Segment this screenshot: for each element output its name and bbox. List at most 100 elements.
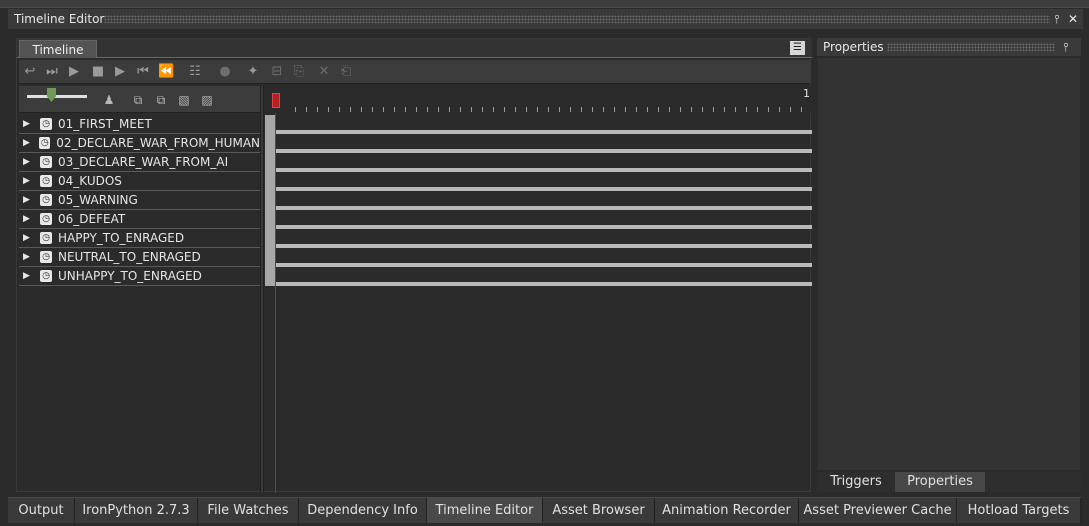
expand-arrow-icon[interactable]: ▶ (23, 252, 31, 262)
track-label: NEUTRAL_TO_ENRAGED (58, 250, 201, 264)
properties-grip[interactable] (887, 43, 1055, 51)
track-row[interactable]: ▶ ◷ HAPPY_TO_ENRAGED (19, 229, 260, 248)
timeline-lane[interactable] (275, 248, 812, 267)
user-lock-icon[interactable]: ♟ (101, 92, 117, 108)
track-label: UNHAPPY_TO_ENRAGED (58, 269, 202, 283)
track-row[interactable]: ▶ ◷ 03_DECLARE_WAR_FROM_AI (19, 153, 260, 172)
track-row[interactable]: ▶ ◷ UNHAPPY_TO_ENRAGED (19, 267, 260, 286)
panel-splitter[interactable] (260, 86, 264, 493)
track-clock-icon: ◷ (40, 251, 52, 263)
layers-icon[interactable]: ▧ (176, 92, 192, 108)
tab-dependency-info[interactable]: Dependency Info (299, 498, 427, 523)
properties-body (817, 57, 1081, 471)
expand-arrow-icon[interactable]: ▶ (23, 271, 31, 281)
timeline-lane[interactable] (275, 267, 812, 286)
delete-icon[interactable]: ✕ (316, 64, 332, 80)
track-clock-icon: ◷ (40, 175, 52, 187)
time-ruler[interactable]: 1 (265, 86, 812, 113)
expand-arrow-icon[interactable]: ▶ (23, 119, 31, 129)
track-row[interactable]: ▶ ◷ 05_WARNING (19, 191, 260, 210)
track-clock-icon: ◷ (40, 232, 52, 244)
skip-start-icon[interactable]: ⏪ (158, 64, 174, 80)
track-clock-icon: ◷ (40, 118, 52, 130)
track-clock-icon: ◷ (40, 270, 52, 282)
tab-hotload-targets[interactable]: Hotload Targets (957, 498, 1081, 523)
tab-output[interactable]: Output (8, 498, 75, 523)
playhead-handle[interactable] (272, 93, 280, 108)
expand-arrow-icon[interactable]: ▶ (23, 138, 30, 148)
track-header: ♟ ⧉ ⧉ ▧ ▨ (19, 86, 260, 113)
track-row[interactable]: ▶ ◷ 02_DECLARE_WAR_FROM_HUMAN (19, 134, 260, 153)
timeline-lane[interactable] (275, 172, 812, 191)
link-all-icon[interactable]: ⧉ (153, 92, 169, 108)
ruler-end-label: 1 (803, 87, 810, 100)
skip-end-icon[interactable]: ⏭ (44, 64, 60, 80)
window-top-strip (0, 0, 1089, 8)
keyframe-icon[interactable]: ● (217, 64, 233, 80)
tab-properties[interactable]: Properties (895, 472, 985, 492)
stop-icon[interactable]: ■ (90, 64, 106, 80)
expand-arrow-icon[interactable]: ▶ (23, 195, 31, 205)
tab-file-watches[interactable]: File Watches (198, 498, 299, 523)
playhead-line[interactable] (275, 113, 276, 493)
timeline-tab-row: Timeline ☰ (17, 39, 812, 58)
properties-tabs: Triggers Properties (817, 472, 1081, 492)
track-label: 04_KUDOS (58, 174, 122, 188)
panel-menu-icon[interactable]: ☰ (790, 41, 805, 55)
expand-arrow-icon[interactable]: ▶ (23, 157, 31, 167)
track-row[interactable]: ▶ ◷ 04_KUDOS (19, 172, 260, 191)
track-clock-icon: ◷ (40, 213, 52, 225)
window-titlebar[interactable]: Timeline Editor ⫯ ✕ (8, 9, 1083, 29)
window-title: Timeline Editor (14, 12, 105, 26)
play-icon[interactable]: ▶ (112, 64, 128, 80)
track-label: 02_DECLARE_WAR_FROM_HUMAN (56, 136, 260, 150)
pin-icon[interactable]: ⫯ (1059, 40, 1073, 54)
paste-icon[interactable]: ⎗ (338, 64, 354, 80)
record-icon[interactable]: ↩ (22, 64, 38, 80)
tab-timeline[interactable]: Timeline (19, 40, 97, 58)
expand-arrow-icon[interactable]: ▶ (23, 214, 31, 224)
add-track-icon[interactable]: ☷ (187, 64, 203, 80)
track-row[interactable]: ▶ ◷ 06_DEFEAT (19, 210, 260, 229)
expand-arrow-icon[interactable]: ▶ (23, 233, 31, 243)
split-icon[interactable]: ⊟ (269, 64, 285, 80)
close-icon[interactable]: ✕ (1066, 12, 1080, 26)
timeline-lane[interactable] (275, 229, 812, 248)
step-back-icon[interactable]: ⏮ (135, 64, 151, 80)
lane-bar[interactable] (275, 282, 812, 286)
track-label: 06_DEFEAT (58, 212, 126, 226)
track-label: 05_WARNING (58, 193, 138, 207)
layers-stack-icon[interactable]: ▨ (199, 92, 215, 108)
track-row[interactable]: ▶ ◷ NEUTRAL_TO_ENRAGED (19, 248, 260, 267)
bottom-tab-strip: Output IronPython 2.7.3 File Watches Dep… (8, 497, 1081, 523)
timeline-toolbar: ↩ ⏭ ▶ ■ ▶ ⏮ ⏪ ☷ ● ✦ ⊟ ⎘ ✕ ⎗ (19, 60, 810, 84)
tab-animation-recorder[interactable]: Animation Recorder (655, 498, 799, 523)
zoom-slider[interactable] (27, 95, 87, 98)
track-clock-icon: ◷ (40, 156, 52, 168)
link-icon[interactable]: ⧉ (130, 92, 146, 108)
timeline-lane[interactable] (275, 134, 812, 153)
tab-ironpython[interactable]: IronPython 2.7.3 (75, 498, 198, 523)
ruler-ticks (295, 107, 812, 112)
tab-timeline-editor[interactable]: Timeline Editor (427, 498, 543, 523)
track-row[interactable]: ▶ ◷ 01_FIRST_MEET (19, 115, 260, 134)
tab-asset-browser[interactable]: Asset Browser (543, 498, 655, 523)
titlebar-grip[interactable] (104, 15, 1050, 23)
pin-icon[interactable]: ⫯ (1050, 12, 1064, 26)
timeline-lane[interactable] (275, 191, 812, 210)
tab-triggers[interactable]: Triggers (817, 472, 895, 492)
timeline-lane[interactable] (275, 210, 812, 229)
track-list: ▶ ◷ 01_FIRST_MEET ▶ ◷ 02_DECLARE_WAR_FRO… (19, 115, 260, 286)
copy-icon[interactable]: ⎘ (291, 64, 307, 80)
zoom-slider-thumb[interactable] (47, 88, 56, 102)
step-forward-icon[interactable]: ▶ (66, 64, 82, 80)
track-label: 03_DECLARE_WAR_FROM_AI (58, 155, 229, 169)
timeline-lane[interactable] (275, 153, 812, 172)
add-clip-icon[interactable]: ✦ (245, 64, 261, 80)
lane-start-column (265, 115, 275, 286)
timeline-panel: Timeline ☰ ↩ ⏭ ▶ ■ ▶ ⏮ ⏪ ☷ ● ✦ ⊟ ⎘ ✕ ⎗ ♟… (16, 38, 812, 493)
tab-asset-previewer-cache[interactable]: Asset Previewer Cache (799, 498, 957, 523)
properties-titlebar[interactable]: Properties ⫯ (817, 38, 1081, 56)
expand-arrow-icon[interactable]: ▶ (23, 176, 31, 186)
timeline-lane[interactable] (275, 115, 812, 134)
